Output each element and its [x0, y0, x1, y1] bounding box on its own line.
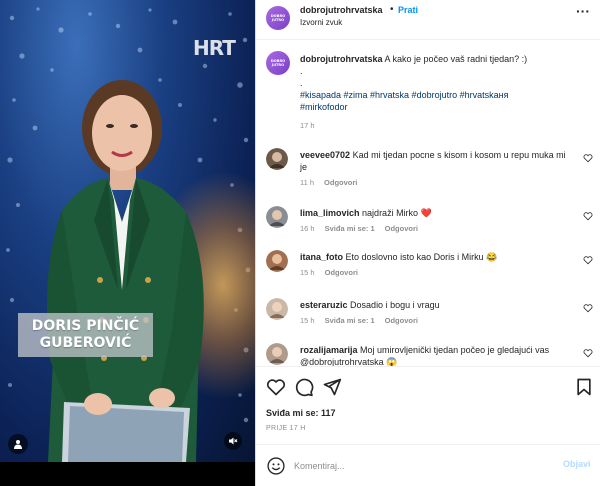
comment-item: lima_limovich najdraži Mirko ❤️ 16 h Svi…: [256, 202, 600, 242]
instagram-post-modal: HRT DORIS PINČIĆ GUBEROVIĆ DOBRO JUTRO d…: [0, 0, 600, 486]
comment-likes[interactable]: Sviđa mi se: 1: [325, 316, 375, 325]
add-comment-bar: Objavi: [256, 444, 600, 486]
mute-button[interactable]: [224, 432, 242, 450]
commenter-avatar[interactable]: [266, 298, 288, 320]
comment-body: itana_foto Eto doslovno isto kao Doris i…: [300, 251, 570, 263]
comments-list[interactable]: DOBRO JUTRO dobrojutrohrvatska A kako je…: [256, 41, 600, 366]
commenter-username[interactable]: itana_foto: [300, 252, 343, 262]
comment-likes[interactable]: Sviđa mi se: 1: [325, 224, 375, 233]
emoji-icon[interactable]: [266, 456, 286, 476]
more-options-icon[interactable]: ···: [576, 4, 590, 18]
post-caption: dobrojutrohrvatska A kako je počeo vaš r…: [300, 53, 590, 113]
reply-button[interactable]: Odgovori: [324, 178, 357, 187]
comment-time[interactable]: 15 h: [300, 316, 315, 325]
comment-text: Dosadio i bogu i vragu: [350, 300, 440, 310]
heart-icon[interactable]: [583, 211, 593, 221]
avatar-text: JUTRO: [271, 18, 285, 22]
separator-dot: •: [390, 4, 394, 15]
send-icon[interactable]: [322, 377, 342, 397]
comment-meta: 15 h Sviđa mi se: 1 Odgovori: [300, 316, 418, 325]
comment-icon[interactable]: [294, 377, 314, 397]
commenter-username[interactable]: lima_limovich: [300, 208, 360, 218]
caption-timestamp[interactable]: 17 h: [300, 121, 315, 130]
comment-item: esteraruzic Dosadio i bogu i vragu 15 h …: [256, 294, 600, 334]
comment-body: lima_limovich najdraži Mirko ❤️: [300, 207, 570, 219]
caption-dot: .: [300, 66, 303, 76]
heart-icon[interactable]: [266, 377, 286, 397]
comment-item: itana_foto Eto doslovno isto kao Doris i…: [256, 246, 600, 286]
commenter-username[interactable]: veevee0702: [300, 150, 350, 160]
commenter-avatar[interactable]: [266, 343, 288, 365]
comment-meta: 16 h Sviđa mi se: 1 Odgovori: [300, 224, 418, 233]
caption-text: A kako je počeo vaš radni tjedan? :): [384, 54, 528, 64]
reply-button[interactable]: Odgovori: [325, 268, 358, 277]
post-details-panel: DOBRO JUTRO dobrojutrohrvatska • Prati I…: [255, 0, 600, 486]
follow-button[interactable]: Prati: [398, 5, 418, 15]
video-player[interactable]: HRT DORIS PINČIĆ GUBEROVIĆ: [0, 0, 255, 486]
comment-time[interactable]: 11 h: [300, 178, 314, 187]
post-timestamp[interactable]: PRIJE 17 H: [266, 425, 306, 432]
hashtags[interactable]: #kisapada #zima #hrvatska #dobrojutro #h…: [300, 90, 508, 100]
heart-icon[interactable]: [583, 153, 593, 163]
commenter-avatar[interactable]: [266, 206, 288, 228]
post-comment-button[interactable]: Objavi: [563, 459, 591, 469]
name-caption: DORIS PINČIĆ GUBEROVIĆ: [18, 313, 153, 357]
comment-body: veevee0702 Kad mi tjedan pocne s kisom i…: [300, 149, 570, 173]
comment-meta: 15 h Odgovori: [300, 268, 358, 277]
comment-body: esteraruzic Dosadio i bogu i vragu: [300, 299, 570, 311]
comment-meta: 11 h Odgovori: [300, 178, 357, 187]
person-icon: [14, 440, 22, 449]
audio-label[interactable]: Izvorni zvuk: [300, 18, 342, 27]
likes-count[interactable]: Sviđa mi se: 117: [266, 408, 336, 418]
comment-item: rozalijamarija Moj umirovljenički tjedan…: [256, 339, 600, 366]
hashtags[interactable]: #mirkofodor: [300, 102, 348, 112]
comment-item: veevee0702 Kad mi tjedan pocne s kisom i…: [256, 144, 600, 187]
comment-body: rozalijamarija Moj umirovljenički tjedan…: [300, 344, 570, 366]
comment-text: najdraži Mirko ❤️: [362, 208, 432, 218]
name-line-1: DORIS PINČIĆ: [31, 318, 140, 334]
presenter-figure: [46, 80, 204, 462]
comment-time[interactable]: 15 h: [300, 268, 315, 277]
comment-input[interactable]: [294, 457, 549, 475]
post-actions: Sviđa mi se: 117 PRIJE 17 H: [256, 366, 600, 444]
video-frame[interactable]: HRT DORIS PINČIĆ GUBEROVIĆ: [0, 0, 255, 462]
heart-icon[interactable]: [583, 255, 593, 265]
reply-button[interactable]: Odgovori: [385, 224, 418, 233]
commenter-username[interactable]: rozalijamarija: [300, 345, 358, 355]
author-avatar[interactable]: DOBRO JUTRO: [266, 6, 290, 30]
post-header: DOBRO JUTRO dobrojutrohrvatska • Prati I…: [256, 0, 600, 40]
heart-icon[interactable]: [583, 348, 593, 358]
heart-icon[interactable]: [583, 303, 593, 313]
bookmark-icon[interactable]: [574, 377, 594, 397]
author-username[interactable]: dobrojutrohrvatska: [300, 5, 383, 15]
commenter-username[interactable]: esteraruzic: [300, 300, 348, 310]
caption-username[interactable]: dobrojutrohrvatska: [300, 54, 383, 64]
caption-dot: .: [300, 78, 303, 88]
name-line-2: GUBEROVIĆ: [39, 335, 132, 351]
commenter-avatar[interactable]: [266, 250, 288, 272]
caption-avatar[interactable]: DOBRO JUTRO: [266, 51, 290, 75]
reply-button[interactable]: Odgovori: [385, 316, 418, 325]
avatar-text: JUTRO: [271, 63, 285, 67]
muted-speaker-icon: [229, 437, 238, 445]
comment-time[interactable]: 16 h: [300, 224, 315, 233]
tagged-users-button[interactable]: [8, 434, 28, 454]
commenter-avatar[interactable]: [266, 148, 288, 170]
comment-text: Eto doslovno isto kao Doris i Mirku 😂: [345, 252, 498, 262]
